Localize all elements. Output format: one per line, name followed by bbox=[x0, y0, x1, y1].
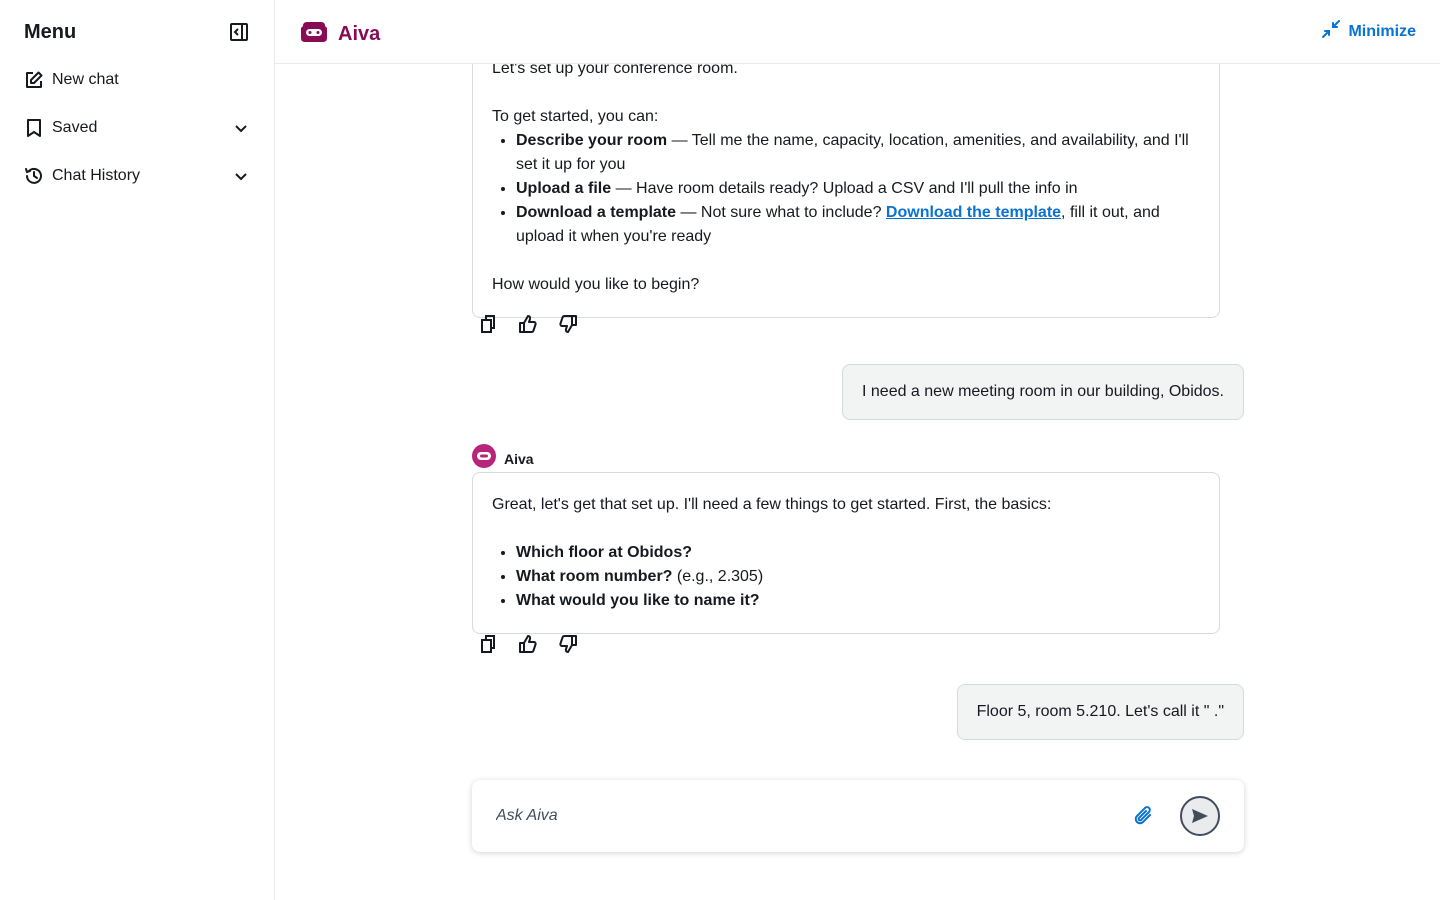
list-item: Which floor at Obidos? bbox=[516, 541, 1200, 565]
list-item: Download a template — Not sure what to i… bbox=[516, 201, 1200, 249]
question-note: (e.g., 2.305) bbox=[672, 568, 764, 585]
list-item: What room number? (e.g., 2.305) bbox=[516, 565, 1200, 589]
sidebar-header: Menu bbox=[24, 18, 251, 46]
list-item: Describe your room — Tell me the name, c… bbox=[516, 129, 1200, 177]
sidebar-item-new-chat[interactable]: New chat bbox=[24, 64, 251, 96]
paperclip-icon[interactable] bbox=[1132, 804, 1156, 828]
history-icon bbox=[24, 166, 44, 186]
message-text: I need a new meeting room in our buildin… bbox=[862, 383, 1224, 400]
thumbs-down-icon[interactable] bbox=[556, 312, 580, 336]
chevron-down-icon[interactable] bbox=[231, 118, 251, 138]
list-item: Upload a file — Have room details ready?… bbox=[516, 177, 1200, 201]
chat-area: Let's set up your conference room. To ge… bbox=[275, 64, 1440, 900]
aiva-avatar-icon bbox=[472, 444, 496, 473]
header: Aiva Minimize bbox=[275, 0, 1440, 64]
minimize-button[interactable]: Minimize bbox=[1322, 20, 1416, 43]
message-composer bbox=[472, 780, 1244, 852]
question-text: What room number? bbox=[516, 568, 673, 585]
bookmark-icon bbox=[24, 118, 44, 138]
option-text: — Have room details ready? Upload a CSV … bbox=[611, 180, 1078, 197]
minimize-label: Minimize bbox=[1348, 22, 1416, 40]
bot-sender: Aiva bbox=[472, 444, 534, 473]
questions-list: Which floor at Obidos? What room number?… bbox=[492, 541, 1200, 613]
message-text: Great, let's get that set up. I'll need … bbox=[492, 496, 1052, 513]
option-title: Download a template bbox=[516, 204, 677, 221]
sidebar-item-saved[interactable]: Saved bbox=[24, 112, 251, 144]
sidebar-item-label: New chat bbox=[52, 71, 119, 88]
question-text: What would you like to name it? bbox=[516, 592, 760, 609]
thumbs-down-icon[interactable] bbox=[556, 632, 580, 656]
question-text: Which floor at Obidos? bbox=[516, 544, 692, 561]
download-template-link[interactable]: Download the template bbox=[886, 204, 1061, 221]
sidebar: Menu New chat Saved Chat History bbox=[0, 0, 275, 900]
sidebar-item-chat-history[interactable]: Chat History bbox=[24, 160, 251, 192]
message-actions bbox=[476, 632, 580, 656]
brand-name: Aiva bbox=[338, 23, 381, 45]
chat-input[interactable] bbox=[496, 802, 1096, 830]
copy-icon[interactable] bbox=[476, 312, 500, 336]
sidebar-item-label: Chat History bbox=[52, 167, 141, 184]
list-item: What would you like to name it? bbox=[516, 589, 1200, 613]
thumbs-up-icon[interactable] bbox=[516, 312, 540, 336]
option-title: Upload a file bbox=[516, 180, 612, 197]
copy-icon[interactable] bbox=[476, 632, 500, 656]
option-text: — Not sure what to include? bbox=[676, 204, 886, 221]
option-title: Describe your room bbox=[516, 132, 668, 149]
message-text: Let's set up your conference room. bbox=[492, 64, 738, 77]
brand: Aiva bbox=[299, 20, 380, 49]
sender-name: Aiva bbox=[504, 450, 534, 467]
collapse-sidebar-icon[interactable] bbox=[227, 20, 251, 44]
message-text: Floor 5, room 5.210. Let's call it " ." bbox=[976, 703, 1224, 720]
edit-icon bbox=[24, 70, 44, 90]
sidebar-title: Menu bbox=[24, 20, 77, 43]
send-icon bbox=[1192, 809, 1208, 823]
options-list: Describe your room — Tell me the name, c… bbox=[492, 129, 1200, 249]
sidebar-item-label: Saved bbox=[52, 119, 98, 136]
send-button[interactable] bbox=[1180, 796, 1220, 836]
chevron-down-icon[interactable] bbox=[231, 166, 251, 186]
aiva-logo-icon bbox=[299, 20, 329, 49]
minimize-icon bbox=[1322, 20, 1341, 43]
user-message: Floor 5, room 5.210. Let's call it " ." bbox=[956, 684, 1244, 740]
message-text: To get started, you can: bbox=[492, 108, 659, 125]
bot-message: Let's set up your conference room. To ge… bbox=[472, 64, 1220, 318]
thumbs-up-icon[interactable] bbox=[516, 632, 540, 656]
message-text: How would you like to begin? bbox=[492, 276, 700, 293]
bot-message: Great, let's get that set up. I'll need … bbox=[472, 472, 1220, 634]
message-actions bbox=[476, 312, 580, 336]
user-message: I need a new meeting room in our buildin… bbox=[842, 364, 1244, 420]
